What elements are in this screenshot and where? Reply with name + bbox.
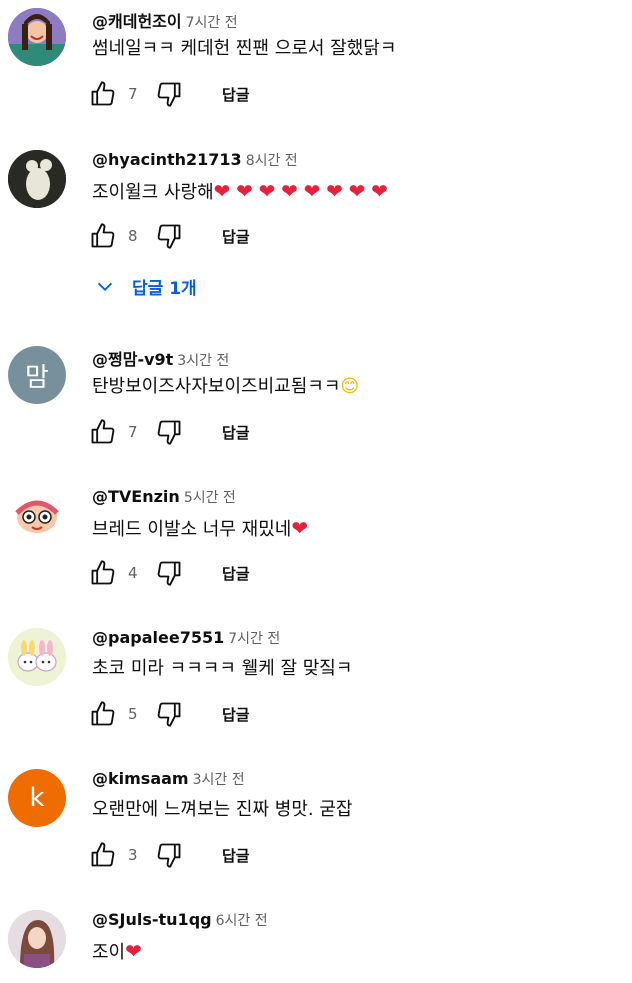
comment-text: 썸네일ㅋㅋ 케데헌 찐팬 으로서 잘했닭ㅋ — [92, 38, 397, 59]
thumbs-up-icon — [91, 81, 115, 106]
view-replies-button[interactable]: 답글 1개 — [94, 274, 197, 299]
comment-text: 탄방보이즈사자보이즈비교됨ㅋㅋ😊 — [92, 376, 360, 397]
smile-emoji: 😊 — [340, 376, 360, 397]
reply-button[interactable]: 답글 — [222, 226, 250, 247]
heart-emoji: ❤ — [125, 939, 142, 963]
heart-emoji: ❤ — [303, 179, 321, 203]
like-button[interactable] — [88, 699, 118, 729]
avatar[interactable]: 맘 — [8, 346, 66, 404]
comment-text: 조이❤ — [92, 939, 142, 963]
like-button[interactable] — [88, 79, 118, 109]
comment-text: 조이윌크 사랑해❤ ❤ ❤ ❤ ❤ ❤ ❤ ❤ — [92, 179, 388, 203]
chevron-down-icon — [97, 282, 113, 291]
like-count: 7 — [128, 85, 138, 103]
dislike-button[interactable] — [154, 79, 184, 109]
thumbs-down-icon — [157, 561, 181, 586]
thumbs-up-icon — [91, 223, 115, 248]
heart-emoji: ❤ — [236, 179, 253, 203]
comment-time[interactable]: 5시간 전 — [184, 490, 236, 506]
avatar-letter: 맘 — [25, 362, 49, 393]
heart-emoji: ❤ — [213, 179, 231, 203]
avatar-letter: k — [29, 783, 45, 813]
avatar[interactable] — [8, 487, 66, 545]
avatar[interactable]: k — [8, 769, 66, 827]
like-count: 7 — [128, 423, 138, 441]
replies-count-label: 답글 1개 — [132, 279, 197, 299]
comment-time[interactable]: 8시간 전 — [246, 153, 298, 169]
avatar[interactable] — [8, 150, 66, 208]
comment-text: 브레드 이발소 너무 재밌네❤ — [92, 516, 309, 540]
like-button[interactable] — [88, 558, 118, 588]
like-count: 4 — [128, 564, 138, 582]
like-button[interactable] — [88, 417, 118, 447]
dislike-button[interactable] — [154, 417, 184, 447]
reply-button[interactable]: 답글 — [222, 422, 250, 443]
comment-author[interactable]: @TVEnzin — [92, 487, 180, 506]
thumbs-up-icon — [91, 560, 115, 585]
comment-time[interactable]: 6시간 전 — [216, 913, 268, 929]
dislike-button[interactable] — [154, 558, 184, 588]
comment-author[interactable]: @hyacinth21713 — [92, 150, 242, 169]
dislike-button[interactable] — [154, 840, 184, 870]
like-button[interactable] — [88, 840, 118, 870]
comment-time[interactable]: 7시간 전 — [228, 631, 280, 647]
heart-emoji: ❤ — [281, 179, 298, 203]
comment-author[interactable]: @쩡맘-v9t — [92, 350, 173, 369]
thumbs-down-icon — [157, 82, 181, 107]
comment-author[interactable]: @SJuls-tu1qg — [92, 910, 212, 929]
heart-emoji: ❤ — [291, 516, 309, 540]
comment-author[interactable]: @캐데헌조이 — [92, 12, 182, 31]
comment-author[interactable]: @papalee7551 — [92, 628, 224, 647]
avatar[interactable] — [8, 628, 66, 686]
thumbs-up-icon — [91, 701, 115, 726]
comment-time[interactable]: 3시간 전 — [177, 353, 229, 369]
thumbs-down-icon — [157, 843, 181, 868]
heart-emoji: ❤ — [258, 179, 276, 203]
dislike-button[interactable] — [154, 221, 184, 251]
like-count: 5 — [128, 705, 138, 723]
thumbs-down-icon — [157, 224, 181, 249]
reply-button[interactable]: 답글 — [222, 563, 250, 584]
comment-text: 오랜만에 느껴보는 진짜 병맛. 굳잡 — [92, 799, 353, 820]
thumbs-up-icon — [91, 419, 115, 444]
heart-emoji: ❤ — [326, 179, 343, 203]
like-button[interactable] — [88, 221, 118, 251]
thumbs-down-icon — [157, 702, 181, 727]
thumbs-down-icon — [157, 420, 181, 445]
reply-button[interactable]: 답글 — [222, 84, 250, 105]
comment-text: 초코 미라 ㅋㅋㅋㅋ 웰케 잘 맞짘ㅋ — [92, 658, 353, 679]
reply-button[interactable]: 답글 — [222, 845, 250, 866]
avatar[interactable] — [8, 910, 66, 968]
like-count: 3 — [128, 846, 138, 864]
comment-time[interactable]: 7시간 전 — [186, 15, 238, 31]
comment-author[interactable]: @kimsaam — [92, 769, 189, 788]
thumbs-up-icon — [91, 842, 115, 867]
comment-time[interactable]: 3시간 전 — [193, 772, 245, 788]
like-count: 8 — [128, 227, 138, 245]
avatar[interactable] — [8, 8, 66, 66]
heart-emoji: ❤ — [348, 179, 366, 203]
dislike-button[interactable] — [154, 699, 184, 729]
heart-emoji: ❤ — [371, 179, 388, 203]
reply-button[interactable]: 답글 — [222, 704, 250, 725]
